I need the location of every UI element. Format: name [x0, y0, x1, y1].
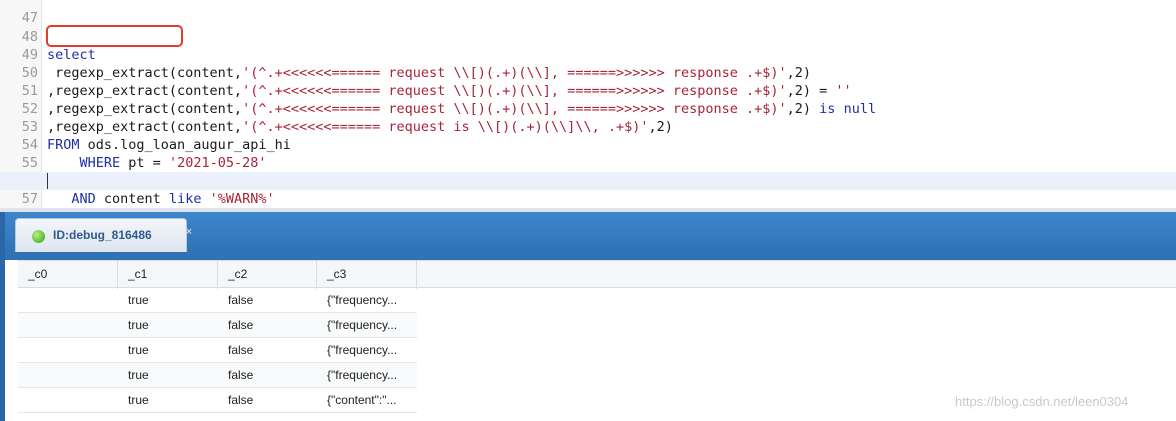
code-line-49[interactable]: 49 regexp_extract(content,'(^.+<<<<<<===…: [0, 28, 1176, 81]
tab-debug-result[interactable]: ID:debug_816486 ×: [15, 218, 192, 252]
cell-c1: true: [128, 393, 149, 407]
table-row[interactable]: true false {"frequency...: [18, 313, 417, 338]
cell-c0: [18, 288, 118, 313]
cell-c1: true: [128, 343, 149, 357]
column-header-c1[interactable]: _c1: [118, 261, 218, 289]
cell-c0: [18, 338, 118, 363]
panel-top-strip: [0, 252, 1176, 260]
tab-label: ID:debug_816486: [53, 228, 152, 242]
column-header-c2[interactable]: _c2: [218, 261, 317, 289]
cell-c1: true: [128, 293, 149, 307]
cell-c3: {"content":"...: [327, 393, 397, 407]
cell-c2: false: [228, 293, 254, 307]
column-header-c3[interactable]: _c3: [317, 261, 417, 289]
cell-c3: {"frequency...: [327, 318, 398, 332]
cell-c1: true: [128, 318, 149, 332]
cell-c0: [18, 388, 118, 413]
cell-c0: [18, 313, 118, 338]
code-line-51[interactable]: 51 ,regexp_extract(content,'(^.+<<<<<<==…: [0, 64, 1176, 117]
close-icon[interactable]: ×: [184, 227, 194, 238]
sql-editor[interactable]: 47 48 select 49 regexp_extract(content,'…: [0, 0, 1176, 212]
code-line-55[interactable]: 55 AND (content like '%LoanApplyEnhanceS…: [0, 136, 1176, 189]
watermark-text: https://blog.csdn.net/leen0304: [955, 394, 1129, 409]
code-line-54[interactable]: 54 WHERE pt = '2021-05-28': [0, 118, 1176, 171]
cell-c2: false: [228, 318, 254, 332]
cell-c1: true: [128, 368, 149, 382]
table-row[interactable]: true false {"content":"...: [18, 388, 417, 413]
code-line-58[interactable]: 58: [0, 190, 1176, 212]
code-line-52[interactable]: 52 ,regexp_extract(content,'(^.+<<<<<<==…: [0, 82, 1176, 135]
cell-c2: false: [228, 343, 254, 357]
cell-c2: false: [228, 393, 254, 407]
code-line-53[interactable]: 53 FROM ods.log_loan_augur_api_hi: [0, 100, 1176, 153]
column-header-c0[interactable]: _c0: [18, 261, 118, 289]
green-dot-icon: [32, 230, 45, 243]
code-line-47[interactable]: 47: [0, 0, 1176, 26]
cell-c0: [18, 363, 118, 388]
code-line-48[interactable]: 48 select: [0, 10, 1176, 63]
panel-left-border: [0, 252, 5, 421]
cell-c3: {"frequency...: [327, 343, 398, 357]
cell-c3: {"frequency...: [327, 293, 398, 307]
code-line-50[interactable]: 50 ,regexp_extract(content,'(^.+<<<<<<==…: [0, 46, 1176, 99]
table-row[interactable]: true false {"frequency...: [18, 363, 417, 388]
grid-header: _c0 _c1 _c2 _c3: [18, 260, 1176, 289]
text-cursor: [47, 173, 48, 189]
cell-c3: {"frequency...: [327, 368, 398, 382]
table-row[interactable]: true false {"frequency...: [18, 288, 417, 313]
table-row[interactable]: true false {"frequency...: [18, 338, 417, 363]
result-tab-bar: ID:debug_816486 ×: [0, 212, 1176, 252]
code-line-57-active[interactable]: 57: [0, 172, 1176, 207]
cell-c2: false: [228, 368, 254, 382]
code-line-56[interactable]: 56 AND content like '%WARN%': [0, 154, 1176, 207]
